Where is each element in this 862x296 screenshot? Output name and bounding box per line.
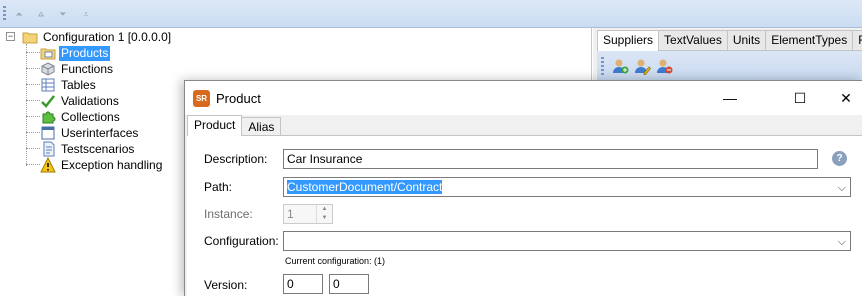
warning-icon: [40, 156, 56, 173]
tree-node-label: Configuration 1 [0.0.0.0]: [43, 29, 172, 44]
right-tab-strip: Suppliers TextValues Units ElementTypes …: [597, 30, 862, 51]
tree-connector: [26, 84, 40, 85]
tab-suppliers[interactable]: Suppliers: [597, 30, 660, 51]
app-icon: SR: [193, 90, 210, 107]
toolbar-grip[interactable]: [601, 57, 604, 75]
tree-node-validations[interactable]: Validations: [40, 93, 121, 109]
tree-node-tables[interactable]: Tables: [40, 77, 98, 93]
instance-value: 1: [287, 207, 294, 221]
configuration-combobox[interactable]: ⌵: [283, 231, 851, 251]
edit-supplier-icon[interactable]: [633, 57, 651, 75]
tab-elementtypes[interactable]: ElementTypes: [765, 30, 854, 50]
path-value: CustomerDocument/Contract: [287, 180, 443, 194]
chevron-down-icon[interactable]: ⌵: [838, 233, 846, 250]
tree-node-products[interactable]: Products: [40, 45, 111, 61]
close-button[interactable]: ✕: [823, 81, 862, 115]
tree-node-label: Exception handling: [61, 157, 163, 172]
product-folder-icon: [40, 45, 56, 61]
top-toolbar: ⏶ ⩠ ⏷ ⩡: [0, 0, 862, 28]
tree-connector: [26, 116, 40, 117]
collapse-toggle[interactable]: −: [6, 32, 15, 41]
dialog-title: Product: [216, 91, 261, 106]
version-minor-input[interactable]: 0: [329, 274, 369, 294]
help-icon[interactable]: ?: [832, 151, 847, 166]
tab-product[interactable]: Product: [187, 115, 243, 136]
description-label: Description:: [204, 152, 268, 166]
move-down-icon[interactable]: ⏷: [55, 7, 71, 21]
add-supplier-icon[interactable]: [611, 57, 629, 75]
tree-connector: [26, 164, 40, 165]
tree-node-collections[interactable]: Collections: [40, 109, 122, 125]
tree-node-label: Functions: [61, 61, 114, 76]
tab-form[interactable]: Form: [852, 30, 862, 50]
puzzle-icon: [40, 109, 56, 125]
tree-node-label: Collections: [61, 109, 120, 124]
tab-alias[interactable]: Alias: [241, 117, 282, 136]
version-major-input[interactable]: 0: [283, 274, 323, 294]
description-input[interactable]: Car Insurance: [283, 149, 818, 169]
product-form: Description: Car Insurance ? Path: Custo…: [187, 135, 862, 296]
path-combobox[interactable]: CustomerDocument/Contract ⌵: [283, 177, 851, 197]
tree-connector: [26, 148, 40, 149]
tree-connector: [26, 132, 40, 133]
dialog-tab-strip: Product Alias: [187, 115, 282, 136]
maximize-button[interactable]: ☐: [777, 81, 823, 115]
checkmark-icon: [40, 93, 56, 109]
tree-node-label: Userinterfaces: [61, 125, 139, 140]
instance-stepper: 1 ▲ ▼: [283, 204, 333, 224]
document-icon: [40, 141, 56, 157]
current-configuration-note: Current configuration: (1): [285, 256, 386, 266]
suppliers-toolbar: [597, 50, 862, 80]
tree-node-configuration[interactable]: Configuration 1 [0.0.0.0]: [22, 29, 173, 45]
product-dialog: SR Product — ☐ ✕ Product Alias Descripti…: [184, 80, 862, 296]
move-bottom-icon[interactable]: ⩡: [78, 7, 94, 21]
chevron-down-icon[interactable]: ⌵: [838, 179, 846, 196]
instance-spin-buttons: ▲ ▼: [316, 205, 332, 223]
tab-units[interactable]: Units: [726, 30, 767, 50]
move-up-icon[interactable]: ⩠: [33, 7, 49, 21]
tree-node-testscenarios[interactable]: Testscenarios: [40, 141, 136, 157]
tree-node-exception-handling[interactable]: Exception handling: [40, 156, 164, 173]
toolbar-grip[interactable]: [3, 6, 6, 22]
tree-node-label: Tables: [61, 77, 96, 92]
spin-down-icon: ▼: [321, 215, 328, 221]
tab-textvalues[interactable]: TextValues: [658, 30, 728, 50]
spin-up-icon: ▲: [321, 206, 328, 212]
window-icon: [40, 125, 56, 141]
tree-node-userinterfaces[interactable]: Userinterfaces: [40, 125, 140, 141]
configuration-label: Configuration:: [204, 234, 279, 248]
minimize-button[interactable]: —: [707, 81, 753, 115]
folder-icon: [22, 29, 38, 45]
tree-node-label: Validations: [61, 93, 119, 108]
tree-connector: [26, 68, 40, 69]
path-label: Path:: [204, 180, 233, 194]
move-top-icon[interactable]: ⏶: [11, 7, 27, 21]
tree-connector: [26, 52, 40, 53]
tree-node-label: Products: [59, 45, 111, 61]
version-label: Version:: [204, 278, 248, 292]
remove-supplier-icon[interactable]: [655, 57, 673, 75]
dialog-titlebar[interactable]: SR Product — ☐ ✕: [185, 81, 862, 115]
tree-node-label: Testscenarios: [61, 141, 135, 156]
table-icon: [40, 77, 56, 93]
instance-label: Instance:: [204, 207, 253, 221]
tree-node-functions[interactable]: Functions: [40, 61, 115, 77]
cube-icon: [40, 61, 56, 77]
tree-connector: [26, 100, 40, 101]
